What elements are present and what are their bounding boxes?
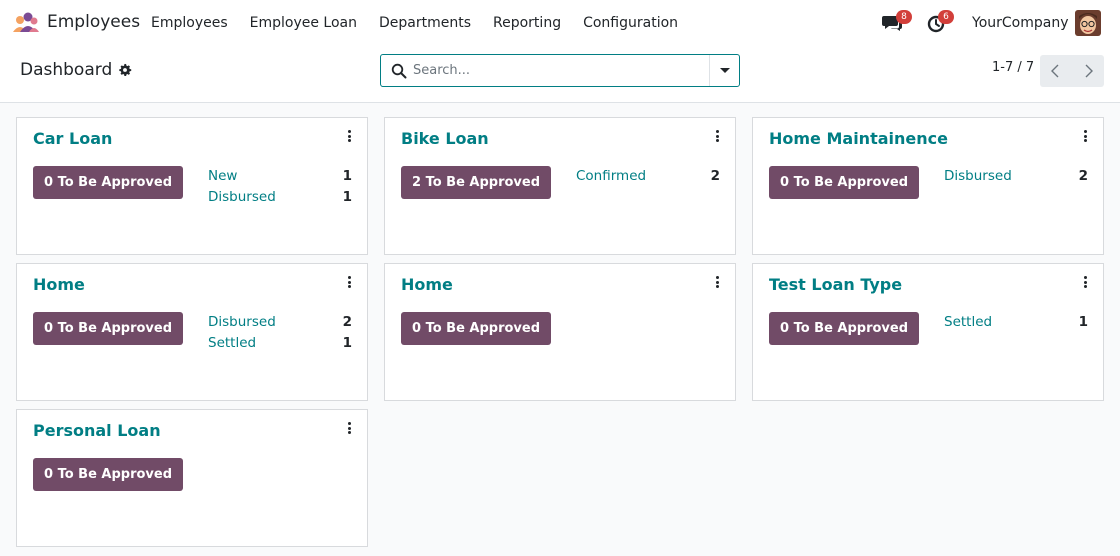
- card-options-icon[interactable]: [345, 130, 353, 144]
- status-row[interactable]: New 1: [208, 168, 352, 189]
- menu-employee-loan[interactable]: Employee Loan: [239, 0, 368, 46]
- status-list: Disbursed 2 Settled 1: [208, 314, 352, 356]
- status-row[interactable]: Settled 1: [208, 335, 352, 356]
- status-list: Settled 1: [944, 314, 1088, 335]
- search-input[interactable]: [413, 59, 703, 82]
- chevron-left-icon: [1051, 64, 1059, 78]
- pager-previous-button[interactable]: [1040, 55, 1072, 87]
- loan-type-card[interactable]: Home Maintainence 0 To Be Approved Disbu…: [752, 117, 1104, 255]
- status-count: 1: [342, 335, 352, 351]
- breadcrumb: Dashboard: [20, 60, 132, 80]
- status-row[interactable]: Settled 1: [944, 314, 1088, 335]
- status-label[interactable]: Disbursed: [944, 168, 1012, 189]
- chevron-right-icon: [1085, 64, 1093, 78]
- menu-reporting[interactable]: Reporting: [482, 0, 572, 46]
- to-be-approved-button[interactable]: 0 To Be Approved: [33, 312, 184, 345]
- to-be-approved-button[interactable]: 0 To Be Approved: [33, 166, 184, 199]
- status-label[interactable]: Settled: [944, 314, 992, 335]
- status-count: 1: [342, 189, 352, 205]
- loan-type-card[interactable]: Bike Loan 2 To Be Approved Confirmed 2: [384, 117, 736, 255]
- status-count: 2: [710, 168, 720, 184]
- loan-type-card[interactable]: Car Loan 0 To Be Approved New 1 Disburse…: [16, 117, 368, 255]
- search-options-toggle[interactable]: [709, 55, 739, 86]
- menu-departments[interactable]: Departments: [368, 0, 482, 46]
- card-options-icon[interactable]: [345, 276, 353, 290]
- status-count: 1: [342, 168, 352, 184]
- card-title[interactable]: Test Loan Type: [769, 275, 902, 294]
- status-count: 2: [1078, 168, 1088, 184]
- control-panel: Dashboard 1-7 / 7: [0, 46, 1120, 103]
- status-label[interactable]: Confirmed: [576, 168, 646, 189]
- loan-type-card[interactable]: Home 0 To Be Approved Disbursed 2 Settle…: [16, 263, 368, 401]
- card-title[interactable]: Car Loan: [33, 129, 112, 148]
- activities-badge: 6: [938, 10, 954, 24]
- pager-value[interactable]: 1-7 / 7: [992, 60, 1034, 75]
- messages-badge: 8: [896, 10, 912, 24]
- status-row[interactable]: Disbursed 2: [208, 314, 352, 335]
- card-title[interactable]: Home: [401, 275, 453, 294]
- card-options-icon[interactable]: [713, 276, 721, 290]
- card-options-icon[interactable]: [1081, 130, 1089, 144]
- to-be-approved-button[interactable]: 0 To Be Approved: [401, 312, 552, 345]
- status-row[interactable]: Disbursed 1: [208, 189, 352, 210]
- card-title[interactable]: Home Maintainence: [769, 129, 948, 148]
- card-options-icon[interactable]: [345, 422, 353, 436]
- user-avatar[interactable]: [1075, 10, 1101, 36]
- loan-type-card[interactable]: Personal Loan 0 To Be Approved: [16, 409, 368, 547]
- search-box: [380, 54, 740, 87]
- status-count: 2: [342, 314, 352, 330]
- search-icon: [391, 63, 407, 79]
- menu-employees[interactable]: Employees: [140, 0, 239, 46]
- loan-type-card[interactable]: Test Loan Type 0 To Be Approved Settled …: [752, 263, 1104, 401]
- user-avatar-image: [1075, 10, 1101, 36]
- main-menu: Employees Employee Loan Departments Repo…: [140, 0, 689, 46]
- status-list: Confirmed 2: [576, 168, 720, 189]
- card-options-icon[interactable]: [1081, 276, 1089, 290]
- page-title: Dashboard: [20, 60, 113, 80]
- status-label[interactable]: Settled: [208, 335, 256, 356]
- to-be-approved-button[interactable]: 0 To Be Approved: [769, 166, 920, 199]
- status-label[interactable]: New: [208, 168, 237, 189]
- to-be-approved-button[interactable]: 0 To Be Approved: [769, 312, 920, 345]
- card-options-icon[interactable]: [713, 130, 721, 144]
- top-navbar: Employees Employees Employee Loan Depart…: [0, 0, 1120, 46]
- status-count: 1: [1078, 314, 1088, 330]
- status-row[interactable]: Confirmed 2: [576, 168, 720, 189]
- card-title[interactable]: Personal Loan: [33, 421, 161, 440]
- card-title[interactable]: Home: [33, 275, 85, 294]
- loan-type-card[interactable]: Home 0 To Be Approved: [384, 263, 736, 401]
- chevron-down-icon: [720, 68, 730, 73]
- status-label[interactable]: Disbursed: [208, 189, 276, 210]
- status-list: New 1 Disbursed 1: [208, 168, 352, 210]
- app-name[interactable]: Employees: [47, 12, 140, 32]
- company-switcher[interactable]: YourCompany: [972, 0, 1069, 46]
- status-list: Disbursed 2: [944, 168, 1088, 189]
- gear-icon[interactable]: [118, 63, 132, 77]
- card-title[interactable]: Bike Loan: [401, 129, 489, 148]
- menu-configuration[interactable]: Configuration: [572, 0, 689, 46]
- employees-app-icon[interactable]: [12, 12, 40, 34]
- status-row[interactable]: Disbursed 2: [944, 168, 1088, 189]
- to-be-approved-button[interactable]: 0 To Be Approved: [33, 458, 184, 491]
- to-be-approved-button[interactable]: 2 To Be Approved: [401, 166, 552, 199]
- status-label[interactable]: Disbursed: [208, 314, 276, 335]
- pager-next-button[interactable]: [1072, 55, 1104, 87]
